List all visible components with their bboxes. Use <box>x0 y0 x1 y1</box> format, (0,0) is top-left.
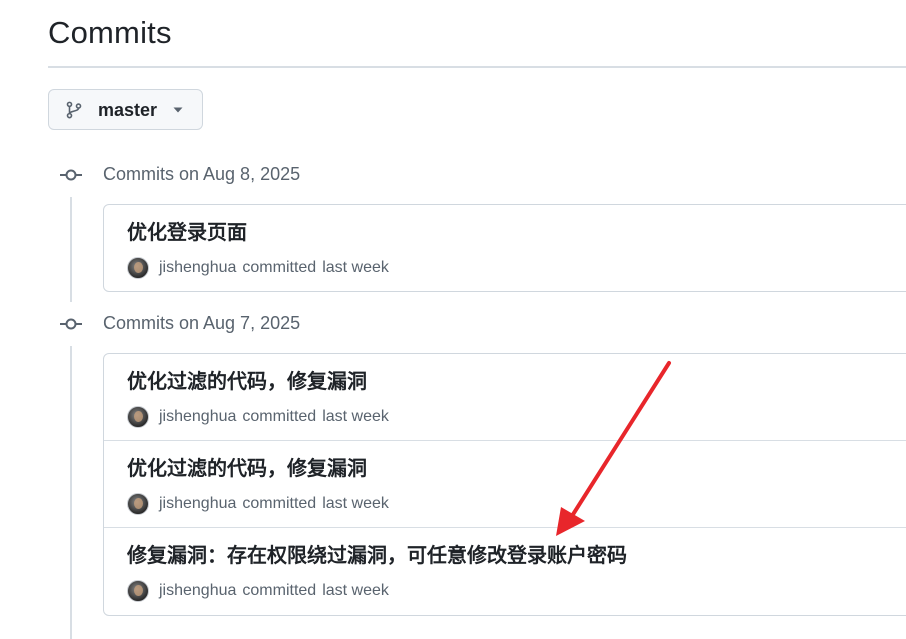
commit-list: 优化过滤的代码，修复漏洞 jishenghua committed last w… <box>103 353 906 616</box>
commit-time: last week <box>322 259 389 276</box>
commit-meta: jishenghua committed last week <box>127 493 389 515</box>
commit-meta: jishenghua committed last week <box>127 257 389 279</box>
commit-verb: committed <box>242 495 317 512</box>
git-branch-icon <box>66 101 82 119</box>
commit-author-link[interactable]: jishenghua <box>159 582 236 600</box>
commit-list: 优化登录页面 jishenghua committed last week <box>103 204 906 292</box>
commit-verb: committed <box>242 259 317 276</box>
commit-message-link[interactable]: 优化过滤的代码，修复漏洞 <box>127 456 367 482</box>
branch-name: master <box>98 100 158 120</box>
commit-node-icon <box>60 318 82 330</box>
commit-author-link[interactable]: jishenghua <box>159 495 236 513</box>
commit-row: 优化登录页面 jishenghua committed last week <box>104 205 906 291</box>
commit-meta: jishenghua committed last week <box>127 580 389 602</box>
timeline-line <box>70 346 72 639</box>
avatar[interactable] <box>127 493 149 515</box>
commit-author-link[interactable]: jishenghua <box>159 408 236 426</box>
commit-message-link[interactable]: 优化过滤的代码，修复漏洞 <box>127 369 367 395</box>
commit-verb: committed <box>242 582 317 599</box>
commit-message-link[interactable]: 优化登录页面 <box>127 220 247 246</box>
avatar[interactable] <box>127 406 149 428</box>
commit-row: 优化过滤的代码，修复漏洞 jishenghua committed last w… <box>104 441 906 528</box>
commit-group-heading: Commits on Aug 7, 2025 <box>103 313 301 333</box>
page-title: Commits <box>48 15 172 50</box>
commit-row: 修复漏洞：存在权限绕过漏洞，可任意修改登录账户密码 jishenghua com… <box>104 528 906 615</box>
commit-row: 优化过滤的代码，修复漏洞 jishenghua committed last w… <box>104 354 906 441</box>
commit-time: last week <box>322 408 389 425</box>
commit-group-heading: Commits on Aug 8, 2025 <box>103 164 301 184</box>
avatar[interactable] <box>127 257 149 279</box>
commit-message-link[interactable]: 修复漏洞：存在权限绕过漏洞，可任意修改登录账户密码 <box>127 543 627 569</box>
commit-verb: committed <box>242 408 317 425</box>
title-divider <box>48 66 906 68</box>
commit-meta: jishenghua committed last week <box>127 406 389 428</box>
commit-time: last week <box>322 495 389 512</box>
avatar[interactable] <box>127 580 149 602</box>
commit-author-link[interactable]: jishenghua <box>159 259 236 277</box>
commit-time: last week <box>322 582 389 599</box>
commits-page: Commits master Commits on Aug 8, 2025 优化… <box>0 0 906 639</box>
timeline-line <box>70 197 72 302</box>
commit-node-icon <box>60 169 82 181</box>
branch-selector-button[interactable]: master <box>48 89 203 130</box>
triangle-down-icon <box>173 107 183 113</box>
